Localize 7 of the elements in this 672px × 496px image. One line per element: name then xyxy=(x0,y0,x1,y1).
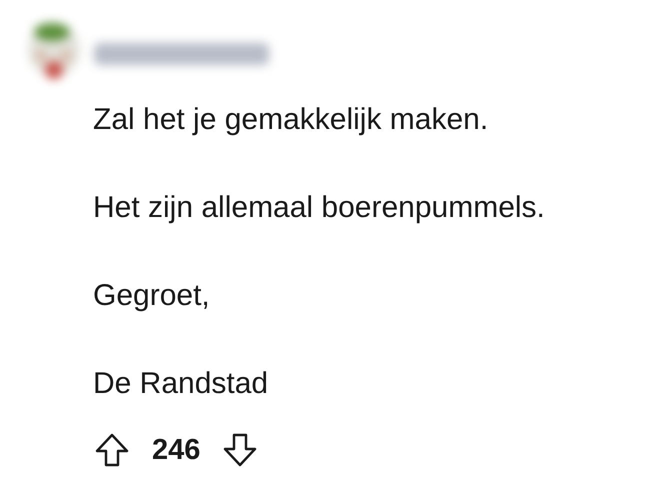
comment-text: Het zijn allemaal boerenpummels. xyxy=(93,190,546,226)
comment-text: Zal het je gemakkelijk maken. xyxy=(93,102,490,138)
vote-count: 246 xyxy=(152,434,200,466)
comment-text: De Randstad xyxy=(93,366,270,402)
upvote-icon[interactable] xyxy=(94,432,130,468)
comment-text: Gegroet, xyxy=(93,278,211,314)
downvote-icon[interactable] xyxy=(222,432,258,468)
